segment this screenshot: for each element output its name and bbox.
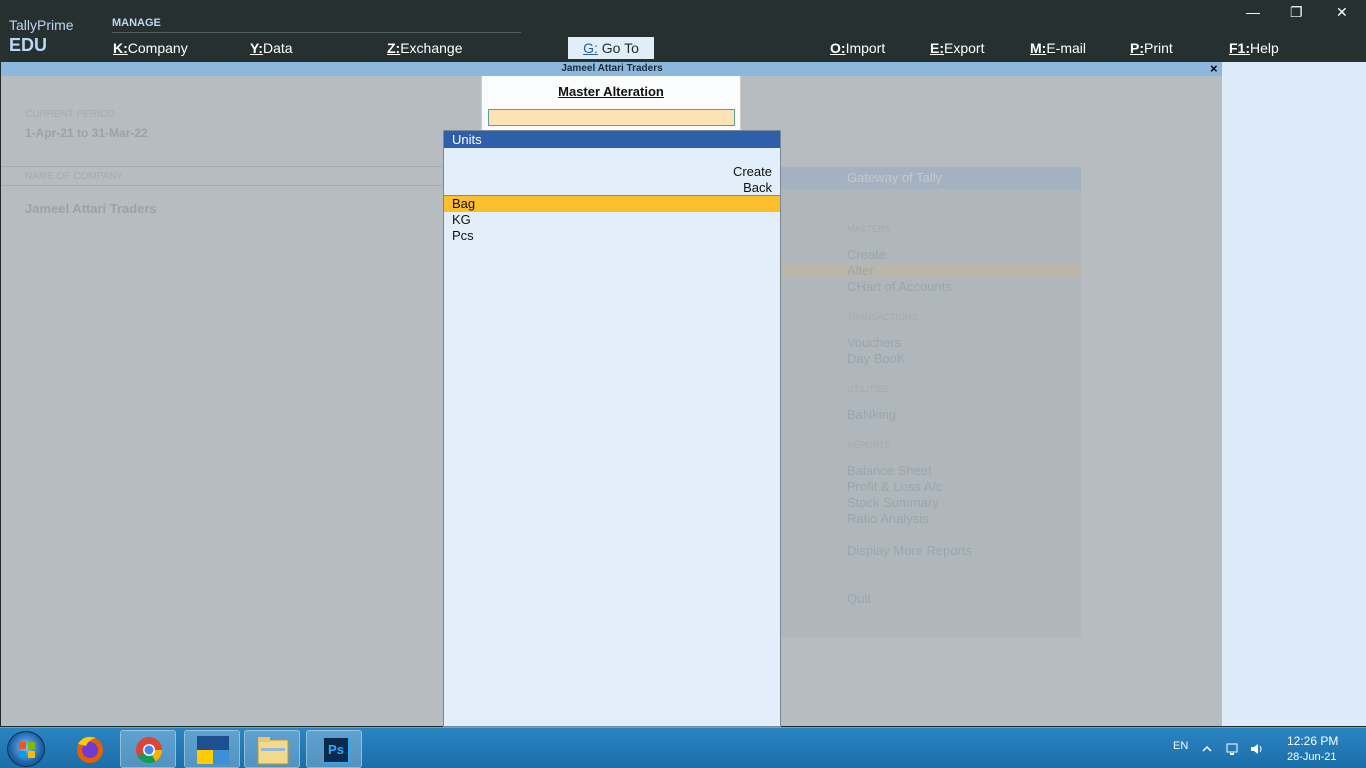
windows-taskbar: Ps EN 12:26 PM 28-Jun-21 — [0, 727, 1366, 768]
gateway-item-balance-sheet[interactable]: Balance Sheet — [847, 463, 932, 478]
company-title-bar: Jameel Attari Traders — [1, 62, 1223, 76]
tally-logo — [197, 736, 229, 764]
gateway-item-chart-of-accounts[interactable]: CHart of Accounts — [847, 279, 952, 294]
menu-label: E-mail — [1046, 40, 1086, 56]
gateway-item-quit[interactable]: Quit — [847, 591, 871, 606]
firefox-icon[interactable] — [62, 730, 118, 768]
shortcut-key: P: — [1130, 40, 1144, 56]
shortcut-key: K: — [113, 40, 128, 56]
goto-label: Go To — [601, 40, 639, 56]
firefox-logo — [77, 736, 103, 763]
clock-time[interactable]: 12:26 PM — [1287, 734, 1338, 748]
gateway-item-banking[interactable]: BaNking — [847, 407, 896, 422]
restore-icon[interactable]: ❐ — [1290, 4, 1303, 21]
minimize-icon[interactable]: — — [1246, 4, 1260, 20]
file-explorer-icon[interactable] — [244, 730, 300, 768]
divider — [1, 166, 443, 167]
chrome-logo — [136, 737, 163, 764]
menu-import[interactable]: O:Import — [830, 40, 885, 56]
close-icon[interactable]: ✕ — [1336, 4, 1348, 21]
gateway-item-stock-summary[interactable]: Stock Summary — [847, 495, 939, 510]
gateway-item-create[interactable]: Create — [847, 247, 886, 262]
gateway-item-day-book[interactable]: Day BooK — [847, 351, 906, 366]
menu-label: Help — [1250, 40, 1279, 56]
shortcut-key: M: — [1030, 40, 1047, 56]
tallyprime-icon[interactable] — [184, 730, 240, 768]
close-screen-icon[interactable]: × — [1210, 62, 1218, 76]
top-bar: TallyPrime EDU MANAGE K:Company Y:Data Z… — [0, 0, 1366, 62]
menu-label: Exchange — [400, 40, 463, 56]
menu-export[interactable]: E:Export — [930, 40, 984, 56]
current-period-label: CURRENT PERIOD — [25, 109, 115, 120]
menu-section-label: MANAGE — [112, 17, 161, 29]
menu-data[interactable]: Y:Data — [250, 40, 293, 56]
photoshop-label: Ps — [323, 737, 349, 763]
company-name-label: NAME OF COMPANY — [25, 171, 124, 182]
gateway-title: Gateway of Tally — [780, 167, 1081, 189]
gateway-of-tally-panel: Gateway of Tally MASTERS Create Alter CH… — [780, 167, 1081, 637]
brand-name: TallyPrime — [9, 17, 74, 33]
shortcut-key: G: — [583, 40, 598, 56]
gateway-item-alter[interactable]: Alter — [847, 263, 874, 278]
current-period-value: 1-Apr-21 to 31-Mar-22 — [25, 126, 148, 140]
gateway-section-reports: REPORTS — [847, 440, 891, 450]
menu-help[interactable]: F1:Help — [1229, 40, 1279, 56]
list-item-bag[interactable]: Bag — [444, 196, 780, 212]
language-indicator[interactable]: EN — [1173, 740, 1188, 752]
menu-label: Print — [1144, 40, 1173, 56]
gateway-section-masters: MASTERS — [847, 224, 891, 234]
shortcut-key: F1: — [1229, 40, 1250, 56]
master-alteration-dialog: Master Alteration — [481, 76, 741, 131]
menu-email[interactable]: M:E-mail — [1030, 40, 1086, 56]
menu-company[interactable]: K:Company — [113, 40, 188, 56]
gateway-item-vouchers[interactable]: Vouchers — [847, 335, 901, 350]
gateway-section-transactions: TRANSACTIONS — [847, 312, 918, 322]
folder-logo — [257, 737, 289, 765]
shortcut-key: O: — [830, 40, 846, 56]
goto-button[interactable]: G: Go To — [568, 37, 654, 59]
menu-exchange[interactable]: Z:Exchange — [387, 40, 463, 56]
gateway-highlight — [780, 263, 1081, 278]
master-alteration-input[interactable] — [488, 109, 735, 126]
gateway-item-profit-loss[interactable]: Profit & Loss A/c — [847, 479, 942, 494]
master-alteration-title: Master Alteration — [558, 84, 664, 99]
chrome-icon[interactable] — [120, 730, 176, 768]
shortcut-key: E: — [930, 40, 944, 56]
clock-date[interactable]: 28-Jun-21 — [1287, 751, 1337, 763]
menu-label: Export — [944, 40, 985, 56]
gateway-item-ratio-analysis[interactable]: Ratio Analysis — [847, 511, 929, 526]
gateway-section-utilities: UTILITIES — [847, 384, 890, 394]
list-item-kg[interactable]: KG — [444, 212, 780, 228]
units-list-title: Units — [444, 131, 780, 148]
brand-edition: EDU — [9, 35, 48, 55]
windows-logo-icon — [19, 742, 35, 758]
network-icon[interactable] — [1225, 741, 1241, 757]
volume-icon[interactable] — [1249, 741, 1265, 757]
menu-print[interactable]: P:Print — [1130, 40, 1173, 56]
shortcut-key: Z: — [387, 40, 401, 56]
button-bar-right — [1222, 62, 1366, 726]
units-list-panel: Units Create Back Bag KG Pcs — [443, 130, 781, 727]
menu-label: Import — [845, 40, 886, 56]
units-back-action[interactable]: Back — [743, 180, 772, 195]
menu-section-divider — [112, 32, 521, 33]
units-create-action[interactable]: Create — [733, 164, 772, 179]
photoshop-icon[interactable]: Ps — [306, 730, 362, 768]
start-button[interactable] — [7, 731, 45, 767]
tray-chevron-up-icon[interactable] — [1201, 744, 1213, 754]
menu-label: Data — [262, 40, 293, 56]
gateway-item-display-more-reports[interactable]: Display More Reports — [847, 543, 972, 558]
list-item-pcs[interactable]: Pcs — [444, 228, 780, 244]
divider — [1, 185, 443, 186]
shortcut-key: Y: — [250, 40, 263, 56]
menu-label: Company — [127, 40, 188, 56]
company-name-value: Jameel Attari Traders — [25, 201, 157, 216]
